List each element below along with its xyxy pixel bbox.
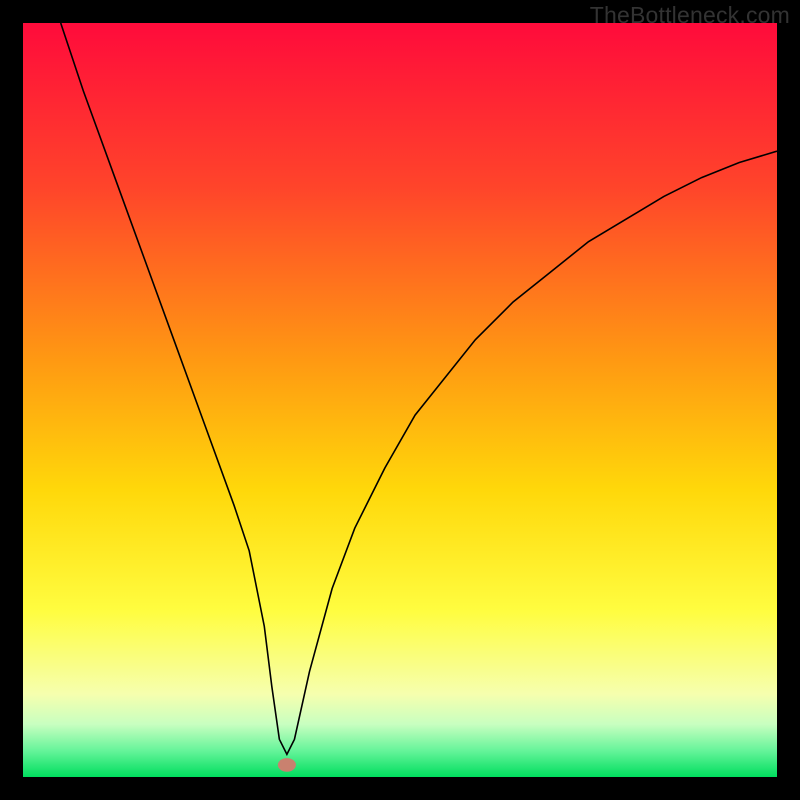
gradient-background (23, 23, 777, 777)
chart-frame (23, 23, 777, 777)
optimal-point-marker (278, 758, 296, 772)
watermark-text: TheBottleneck.com (590, 2, 790, 29)
chart-svg (23, 23, 777, 777)
